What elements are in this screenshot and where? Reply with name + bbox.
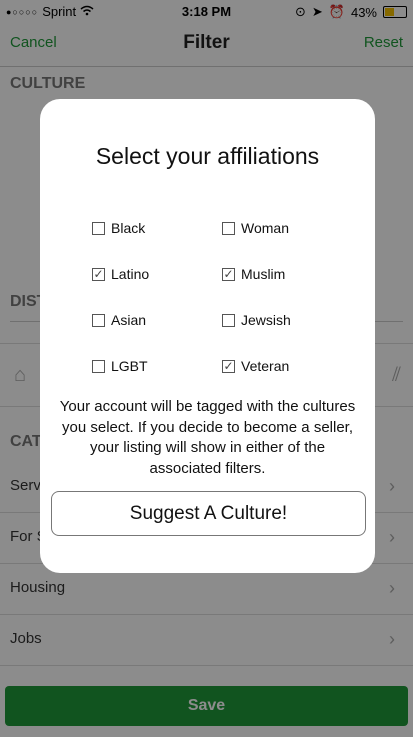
option-label: Asian bbox=[111, 312, 147, 328]
option-label: Muslim bbox=[241, 266, 286, 282]
checkbox[interactable] bbox=[222, 221, 235, 235]
checkbox[interactable] bbox=[222, 359, 235, 373]
option-label: Woman bbox=[241, 220, 289, 236]
option-label: Veteran bbox=[241, 358, 290, 374]
suggest-culture-button[interactable]: Suggest A Culture! bbox=[51, 491, 366, 536]
option-latino[interactable]: Latino bbox=[92, 266, 149, 282]
checkbox[interactable] bbox=[92, 359, 105, 373]
checkbox[interactable] bbox=[92, 313, 105, 327]
option-muslim[interactable]: Muslim bbox=[222, 266, 285, 282]
option-label: Latino bbox=[111, 266, 150, 282]
modal-title: Select your affiliations bbox=[95, 143, 320, 169]
option-jewish[interactable]: Jewsish bbox=[222, 312, 291, 328]
checkbox[interactable] bbox=[92, 221, 105, 235]
option-woman[interactable]: Woman bbox=[222, 220, 289, 236]
option-label: Jewsish bbox=[241, 312, 291, 328]
affiliations-modal: Select your affiliations Black Woman Lat… bbox=[40, 99, 375, 573]
checkbox[interactable] bbox=[92, 267, 105, 281]
option-label: LGBT bbox=[111, 358, 148, 374]
checkbox[interactable] bbox=[222, 267, 235, 281]
modal-message: Your account will be tagged with the cul… bbox=[59, 398, 356, 477]
option-label: Black bbox=[111, 220, 146, 236]
option-veteran[interactable]: Veteran bbox=[222, 358, 289, 374]
option-black[interactable]: Black bbox=[92, 220, 145, 236]
option-asian[interactable]: Asian bbox=[92, 312, 146, 328]
option-lgbt[interactable]: LGBT bbox=[92, 358, 148, 374]
checkbox[interactable] bbox=[222, 313, 235, 327]
